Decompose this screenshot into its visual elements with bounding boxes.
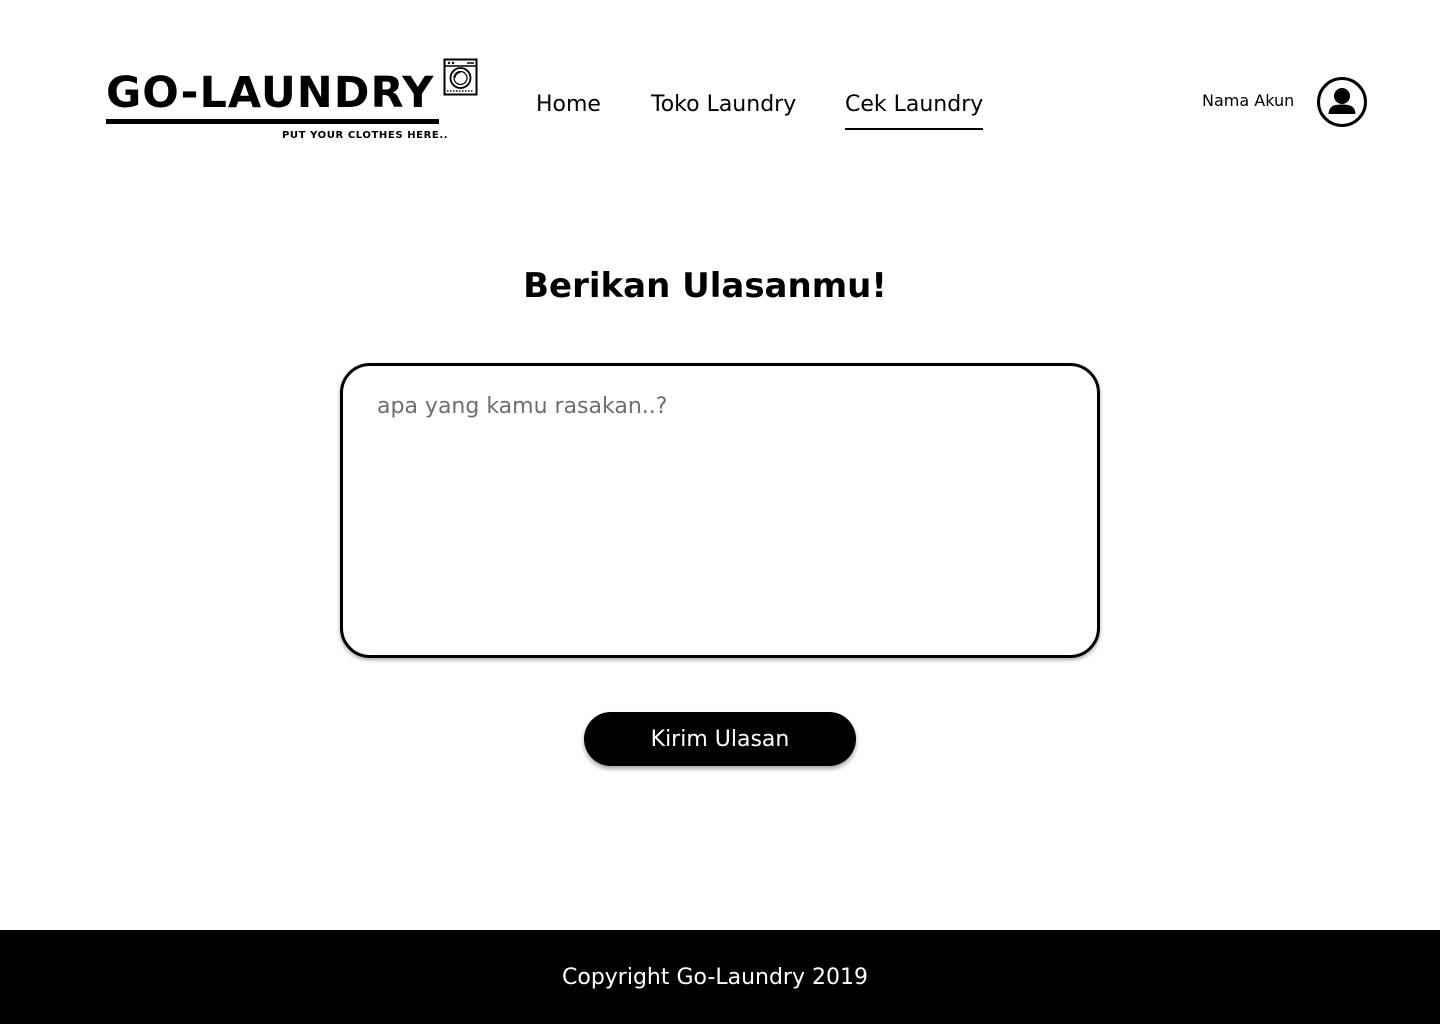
page-title: Berikan Ulasanmu! [523, 266, 887, 306]
footer: Copyright Go-Laundry 2019 [0, 930, 1440, 1024]
logo-wordmark: GO-LAUNDRY [106, 68, 435, 118]
review-textarea[interactable] [340, 363, 1100, 658]
account-name[interactable]: Nama Akun [1202, 91, 1294, 110]
copyright-text: Copyright Go-Laundry 2019 [562, 964, 868, 990]
page: GO-LAUNDRY PUT YOUR CLOTHES HERE.. Home … [0, 0, 1440, 1024]
nav-toko-laundry[interactable]: Toko Laundry [651, 88, 796, 128]
logo-tagline: PUT YOUR CLOTHES HERE.. [282, 130, 449, 141]
logo[interactable]: GO-LAUNDRY PUT YOUR CLOTHES HERE.. [106, 58, 478, 148]
logo-underline [106, 119, 439, 124]
nav-cek-laundry[interactable]: Cek Laundry [845, 88, 984, 130]
washing-machine-icon [443, 58, 478, 96]
user-circle-icon[interactable] [1316, 76, 1368, 128]
nav-home[interactable]: Home [536, 88, 601, 128]
submit-review-button[interactable]: Kirim Ulasan [584, 712, 856, 766]
